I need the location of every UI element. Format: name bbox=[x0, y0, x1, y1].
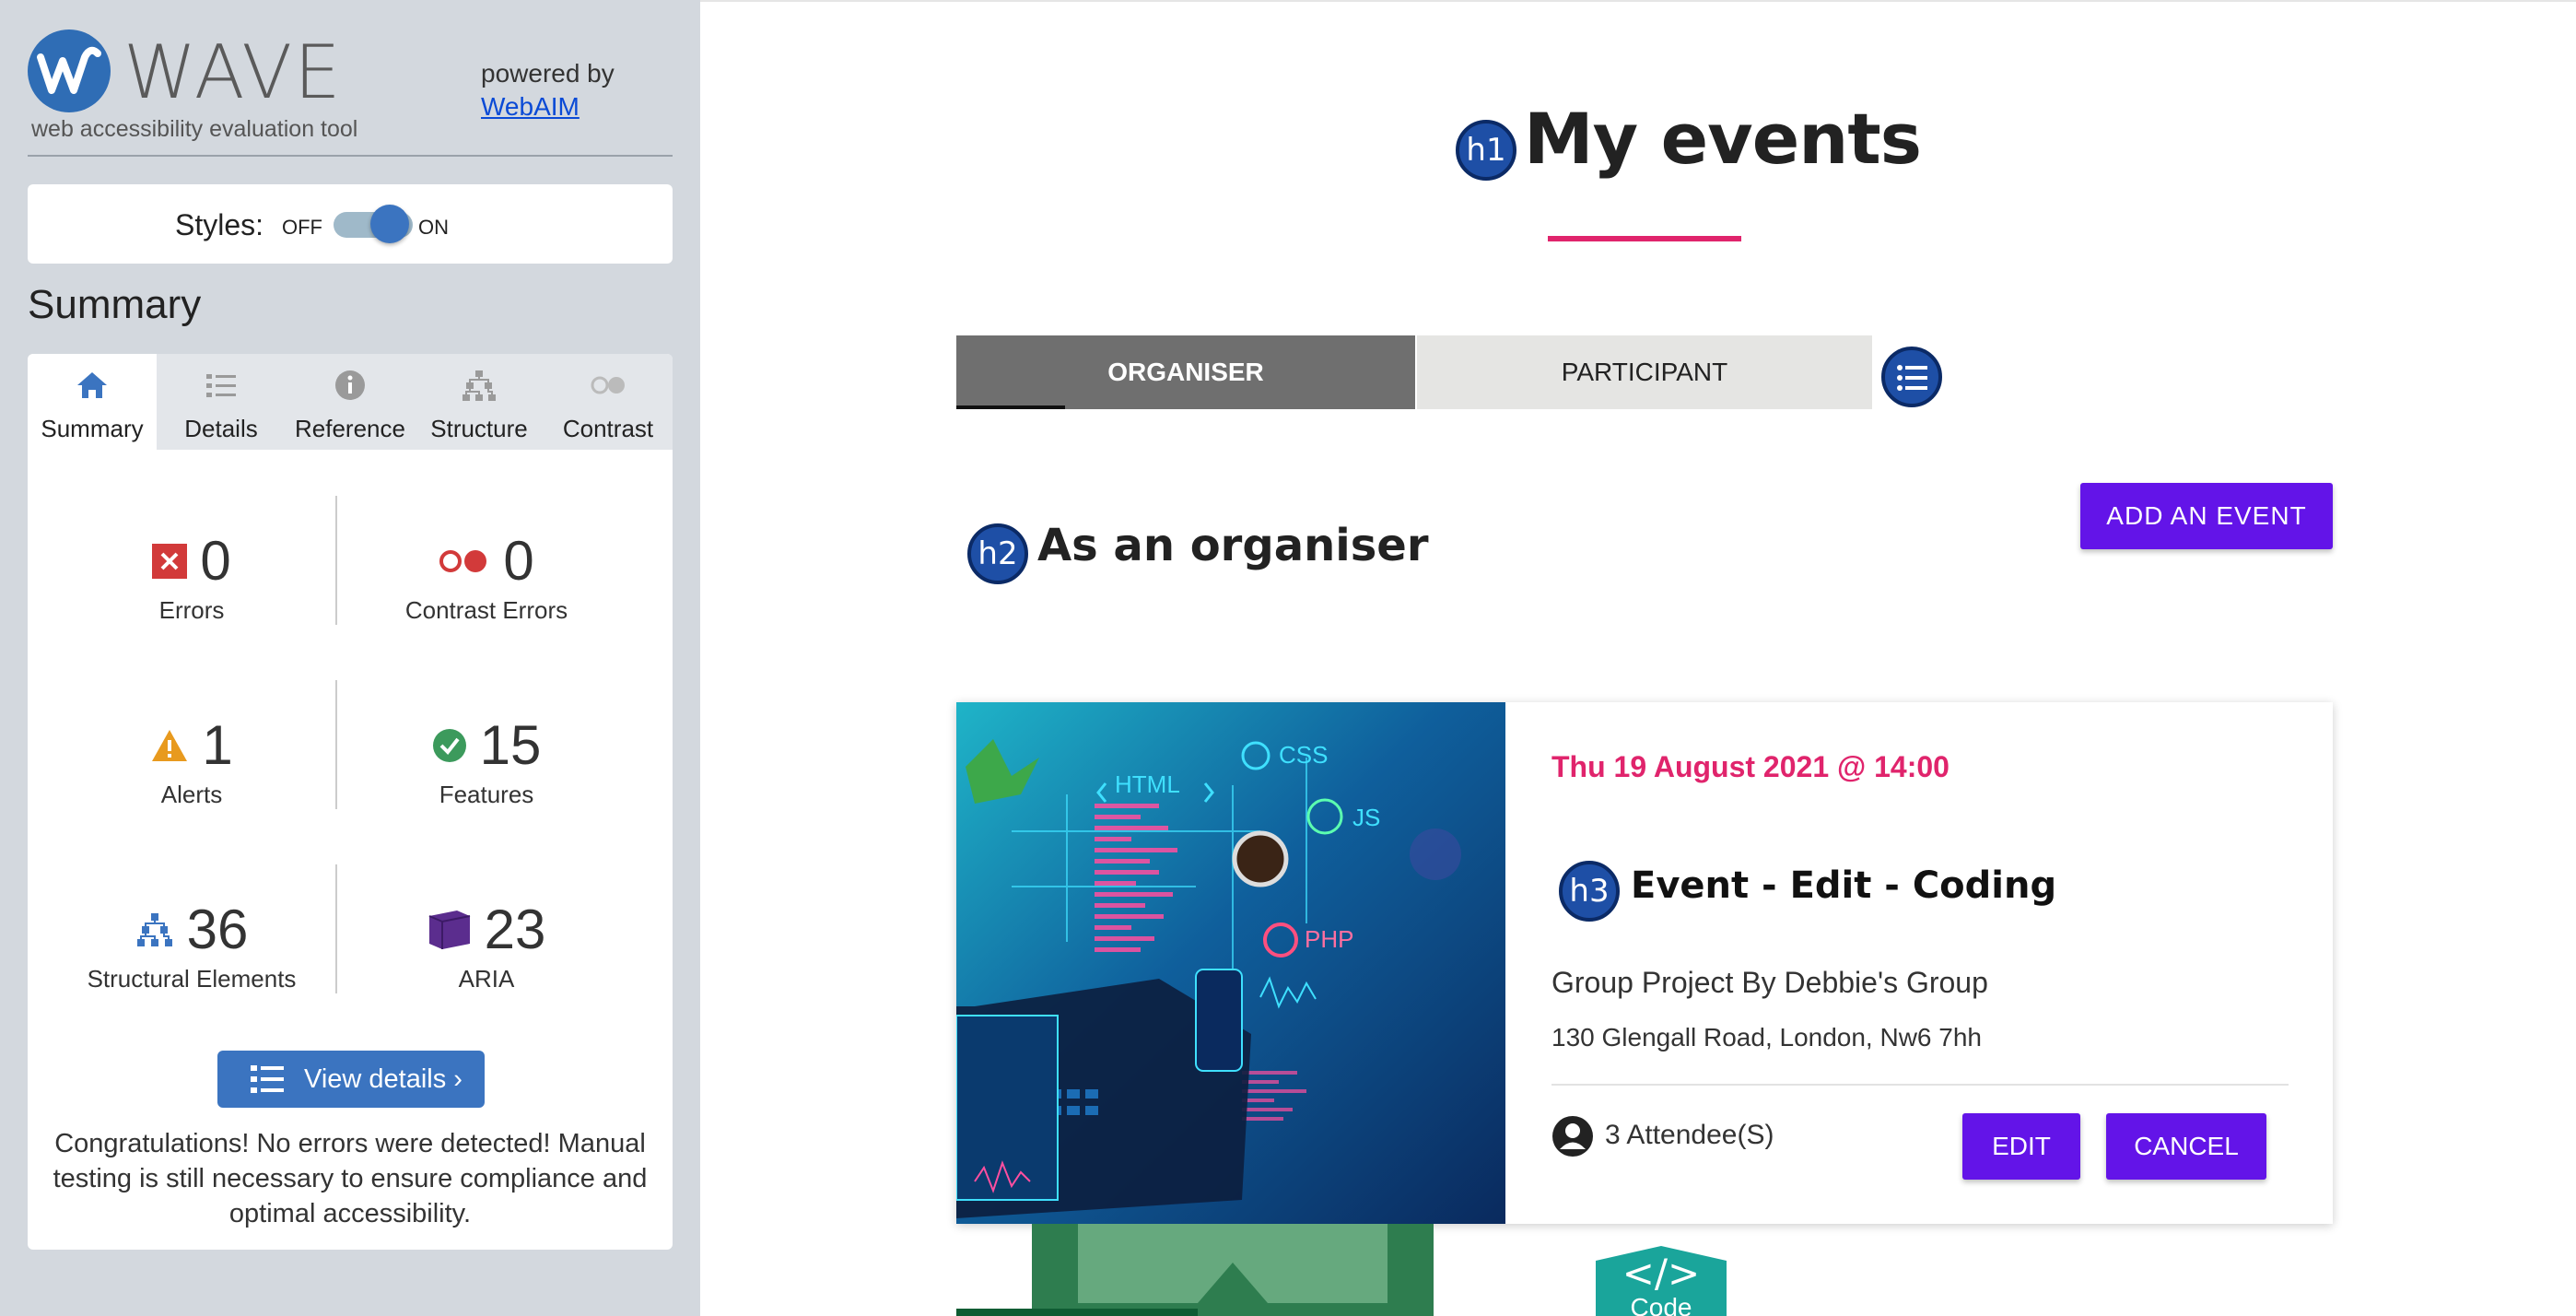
errors-count: 0 bbox=[200, 530, 231, 592]
tab-structure[interactable]: Structure bbox=[415, 354, 544, 450]
home-icon bbox=[77, 372, 107, 398]
alerts-count: 1 bbox=[202, 714, 233, 776]
tab-contrast[interactable]: Contrast bbox=[544, 354, 673, 450]
section-title: As an organiser bbox=[1037, 520, 1429, 571]
stat-structural[interactable]: 36 Structural Elements bbox=[53, 898, 330, 993]
card-divider bbox=[1551, 1084, 2289, 1086]
summary-heading: Summary bbox=[28, 282, 202, 327]
wave-name: WAVE bbox=[123, 29, 343, 115]
stat-features[interactable]: 15 Features bbox=[348, 713, 625, 809]
list-badge-icon bbox=[1881, 347, 1942, 407]
stat-divider bbox=[335, 864, 337, 993]
features-count: 15 bbox=[479, 714, 542, 776]
congrats-message: Congratulations! No errors were detected… bbox=[53, 1129, 648, 1228]
stat-errors[interactable]: 0 Errors bbox=[53, 529, 330, 625]
h1-badge: h1 bbox=[1456, 120, 1516, 181]
cancel-button[interactable]: CANCEL bbox=[2106, 1113, 2266, 1180]
tab-reference[interactable]: Reference bbox=[286, 354, 415, 450]
next-card-caption-bar bbox=[956, 1309, 1198, 1316]
image-label-css: CSS bbox=[1279, 741, 1328, 769]
h2-badge: h2 bbox=[967, 523, 1028, 584]
styles-on-label: ON bbox=[418, 216, 449, 239]
stat-alerts[interactable]: 1 Alerts bbox=[53, 713, 330, 809]
view-details-button[interactable]: View details › bbox=[217, 1051, 485, 1108]
stat-contrast-errors[interactable]: 0 Contrast Errors bbox=[348, 529, 625, 625]
tab-label: Structure bbox=[430, 415, 528, 442]
alerts-label: Alerts bbox=[160, 781, 223, 808]
image-label-php: PHP bbox=[1305, 925, 1353, 953]
page-title: My events bbox=[1524, 98, 1922, 180]
tab-label: Details bbox=[184, 415, 258, 442]
hierarchy-icon bbox=[463, 370, 496, 401]
styles-label: Styles: bbox=[175, 208, 264, 241]
tab-participant[interactable]: PARTICIPANT bbox=[1417, 335, 1872, 409]
view-details-label: View details › bbox=[304, 1064, 463, 1094]
code-label: Code bbox=[1631, 1293, 1692, 1316]
features-label: Features bbox=[439, 781, 534, 808]
user-icon bbox=[1552, 1116, 1593, 1157]
structural-label: Structural Elements bbox=[87, 965, 297, 993]
wave-tagline: web accessibility evaluation tool bbox=[31, 116, 358, 142]
structure-icon bbox=[136, 912, 172, 946]
webaim-link[interactable]: WebAIM bbox=[481, 90, 615, 123]
error-icon bbox=[152, 543, 188, 579]
code-symbol: </> bbox=[1622, 1251, 1701, 1296]
stat-aria[interactable]: 23 ARIA bbox=[348, 898, 625, 993]
powered-by-label: powered by bbox=[481, 59, 615, 88]
add-event-button[interactable]: ADD AN EVENT bbox=[2080, 483, 2333, 549]
event-date: Thu 19 August 2021 @ 14:00 bbox=[1551, 750, 1950, 783]
info-icon bbox=[335, 370, 365, 400]
tab-organiser[interactable]: ORGANISER bbox=[956, 335, 1415, 409]
stat-divider bbox=[335, 496, 337, 625]
contrast-errors-count: 0 bbox=[503, 530, 534, 592]
title-underline bbox=[1548, 236, 1741, 241]
errors-label: Errors bbox=[158, 596, 225, 624]
divider bbox=[28, 155, 673, 157]
page-main: h1 My events ORGANISER PARTICIPANT ADD A… bbox=[700, 0, 2576, 1316]
tab-indicator bbox=[956, 405, 1065, 409]
stat-divider bbox=[335, 680, 337, 809]
event-card: HTML CSS JS PHP Thu 19 August 2021 @ 14:… bbox=[956, 702, 2333, 1224]
tab-summary[interactable]: Summary bbox=[28, 354, 157, 450]
styles-toggle-knob[interactable] bbox=[370, 205, 409, 243]
h3-badge: h3 bbox=[1559, 861, 1620, 922]
contrast-icon bbox=[591, 376, 625, 394]
aria-icon bbox=[428, 910, 470, 949]
next-card-image-inner bbox=[1078, 1224, 1388, 1303]
image-label-html: HTML bbox=[1115, 770, 1180, 798]
attendees: 3 Attendee(S) bbox=[1551, 1115, 1774, 1157]
tab-details[interactable]: Details bbox=[157, 354, 286, 450]
attendees-label: 3 Attendee(S) bbox=[1605, 1119, 1774, 1150]
alert-icon bbox=[152, 729, 188, 761]
image-label-js: JS bbox=[1352, 804, 1380, 831]
wave-tabs: Summary Details Reference Structure Cont… bbox=[28, 354, 673, 450]
tab-label: Summary bbox=[41, 415, 144, 442]
styles-off-label: OFF bbox=[282, 216, 322, 239]
structural-count: 36 bbox=[186, 899, 249, 960]
event-image: HTML CSS JS PHP bbox=[956, 702, 1505, 1224]
feature-check-icon bbox=[432, 728, 466, 762]
event-group: Group Project By Debbie's Group bbox=[1551, 966, 1988, 999]
contrast-errors-label: Contrast Errors bbox=[404, 596, 568, 624]
contrast-error-icon bbox=[439, 549, 487, 572]
powered-by: powered by WebAIM bbox=[481, 57, 615, 123]
wave-sidebar: WAVE web accessibility evaluation tool p… bbox=[0, 0, 700, 1316]
list-icon bbox=[251, 1065, 284, 1093]
edit-button[interactable]: EDIT bbox=[1962, 1113, 2080, 1180]
aria-count: 23 bbox=[484, 899, 546, 960]
summary-panel: Summary Details Reference Structure Cont… bbox=[28, 354, 673, 1250]
wave-logo-icon bbox=[28, 29, 111, 112]
event-address: 130 Glengall Road, London, Nw6 7hh bbox=[1551, 1023, 1983, 1052]
code-icon: </> Code bbox=[1577, 1244, 1745, 1316]
aria-label: ARIA bbox=[458, 965, 515, 993]
list-icon bbox=[206, 374, 236, 397]
styles-toggle-box: Styles: OFF ON bbox=[28, 184, 673, 264]
tab-label: Reference bbox=[295, 415, 405, 442]
event-title: Event - Edit - Coding bbox=[1631, 864, 2057, 907]
tab-label: Contrast bbox=[562, 415, 654, 442]
